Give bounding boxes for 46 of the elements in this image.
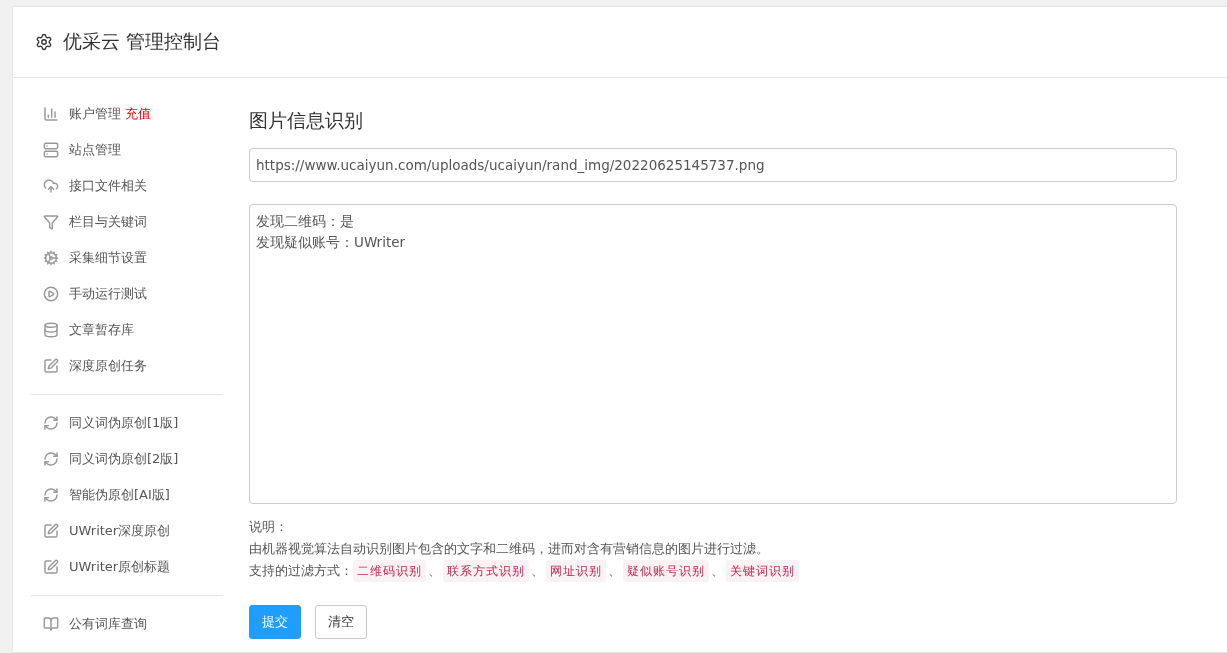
sidebar-item[interactable]: 智能伪原创[AI版]: [31, 477, 223, 513]
edit-icon: [43, 358, 59, 374]
sidebar-item[interactable]: 接口文件相关: [31, 168, 223, 204]
play-icon: [43, 286, 59, 302]
edit-icon: [43, 523, 59, 539]
bar-chart-icon: [43, 106, 59, 122]
database-icon: [43, 322, 59, 338]
filter-tag: 网址识别: [546, 560, 606, 582]
notes-description: 由机器视觉算法自动识别图片包含的文字和二维码，进而对含有营销信息的图片进行过滤。: [249, 540, 770, 558]
filter-tag: 疑似账号识别: [623, 560, 709, 582]
sidebar-item[interactable]: UWriter原创标题: [31, 549, 223, 585]
recharge-link[interactable]: 充值: [125, 105, 151, 123]
sidebar-item[interactable]: 公有词库查询: [31, 606, 223, 642]
filter-tag: 二维码识别: [353, 560, 426, 582]
sidebar-item[interactable]: 栏目与关键词: [31, 204, 223, 240]
sidebar-item[interactable]: 站点管理: [31, 132, 223, 168]
server-icon: [43, 142, 59, 158]
separator: 、: [608, 562, 621, 580]
sidebar-item[interactable]: UWriter深度原创: [31, 513, 223, 549]
edit-icon: [43, 559, 59, 575]
sidebar-item[interactable]: 采集细节设置: [31, 240, 223, 276]
url-field[interactable]: https://www.ucaiyun.com/uploads/ucaiyun/rand_img/20220625145737.png: [249, 148, 1177, 182]
sidebar-item[interactable]: 账户管理 充值: [31, 96, 223, 132]
sidebar-item[interactable]: 手动运行测试: [31, 276, 223, 312]
filter-tag: 联系方式识别: [443, 560, 529, 582]
sidebar-item[interactable]: 同义词伪原创[2版]: [31, 441, 223, 477]
clear-button[interactable]: 清空: [315, 605, 367, 639]
separator: 、: [711, 562, 724, 580]
refresh-icon: [43, 451, 59, 467]
refresh-icon: [43, 487, 59, 503]
filter-icon: [43, 214, 59, 230]
book-icon: [43, 616, 59, 632]
sidebar-item[interactable]: 深度原创任务: [31, 348, 223, 384]
console-title: 优采云 管理控制台: [63, 29, 222, 54]
sidebar-item[interactable]: 同义词伪原创[1版]: [31, 405, 223, 441]
refresh-icon: [43, 415, 59, 431]
filters-label: 支持的过滤方式：: [249, 562, 353, 580]
separator: 、: [428, 562, 441, 580]
cloud-upload-icon: [43, 178, 59, 194]
notes-heading: 说明：: [249, 518, 289, 536]
sidebar-item[interactable]: 文章暂存库: [31, 312, 223, 348]
filter-tag: 关键词识别: [726, 560, 799, 582]
section-title: 图片信息识别: [249, 108, 364, 133]
result-field[interactable]: 发现二维码：是 发现疑似账号：UWriter: [249, 204, 1177, 504]
settings-icon: [35, 33, 53, 51]
separator: 、: [531, 562, 544, 580]
